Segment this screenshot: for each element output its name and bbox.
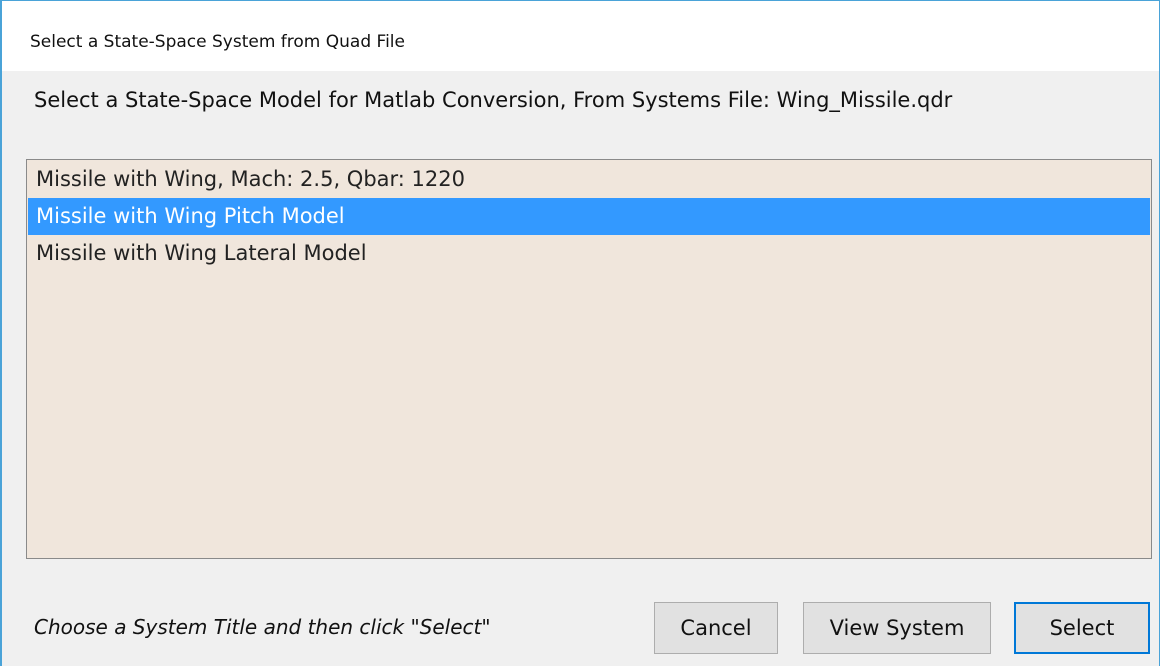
title-bar[interactable]: Select a State-Space System from Quad Fi… [2, 1, 1159, 71]
select-button[interactable]: Select [1014, 602, 1150, 654]
list-item[interactable]: Missile with Wing, Mach: 2.5, Qbar: 1220 [28, 161, 1150, 198]
view-system-button[interactable]: View System [803, 602, 991, 654]
instruction-text: Select a State-Space Model for Matlab Co… [34, 88, 953, 112]
system-list[interactable]: Missile with Wing, Mach: 2.5, Qbar: 1220… [26, 159, 1152, 559]
window-title: Select a State-Space System from Quad Fi… [30, 32, 405, 52]
dialog-window: Select a State-Space System from Quad Fi… [0, 0, 1160, 666]
cancel-button[interactable]: Cancel [654, 602, 778, 654]
footer-hint: Choose a System Title and then click "Se… [34, 615, 491, 639]
list-item-selected[interactable]: Missile with Wing Pitch Model [28, 198, 1150, 235]
list-item[interactable]: Missile with Wing Lateral Model [28, 235, 1150, 272]
